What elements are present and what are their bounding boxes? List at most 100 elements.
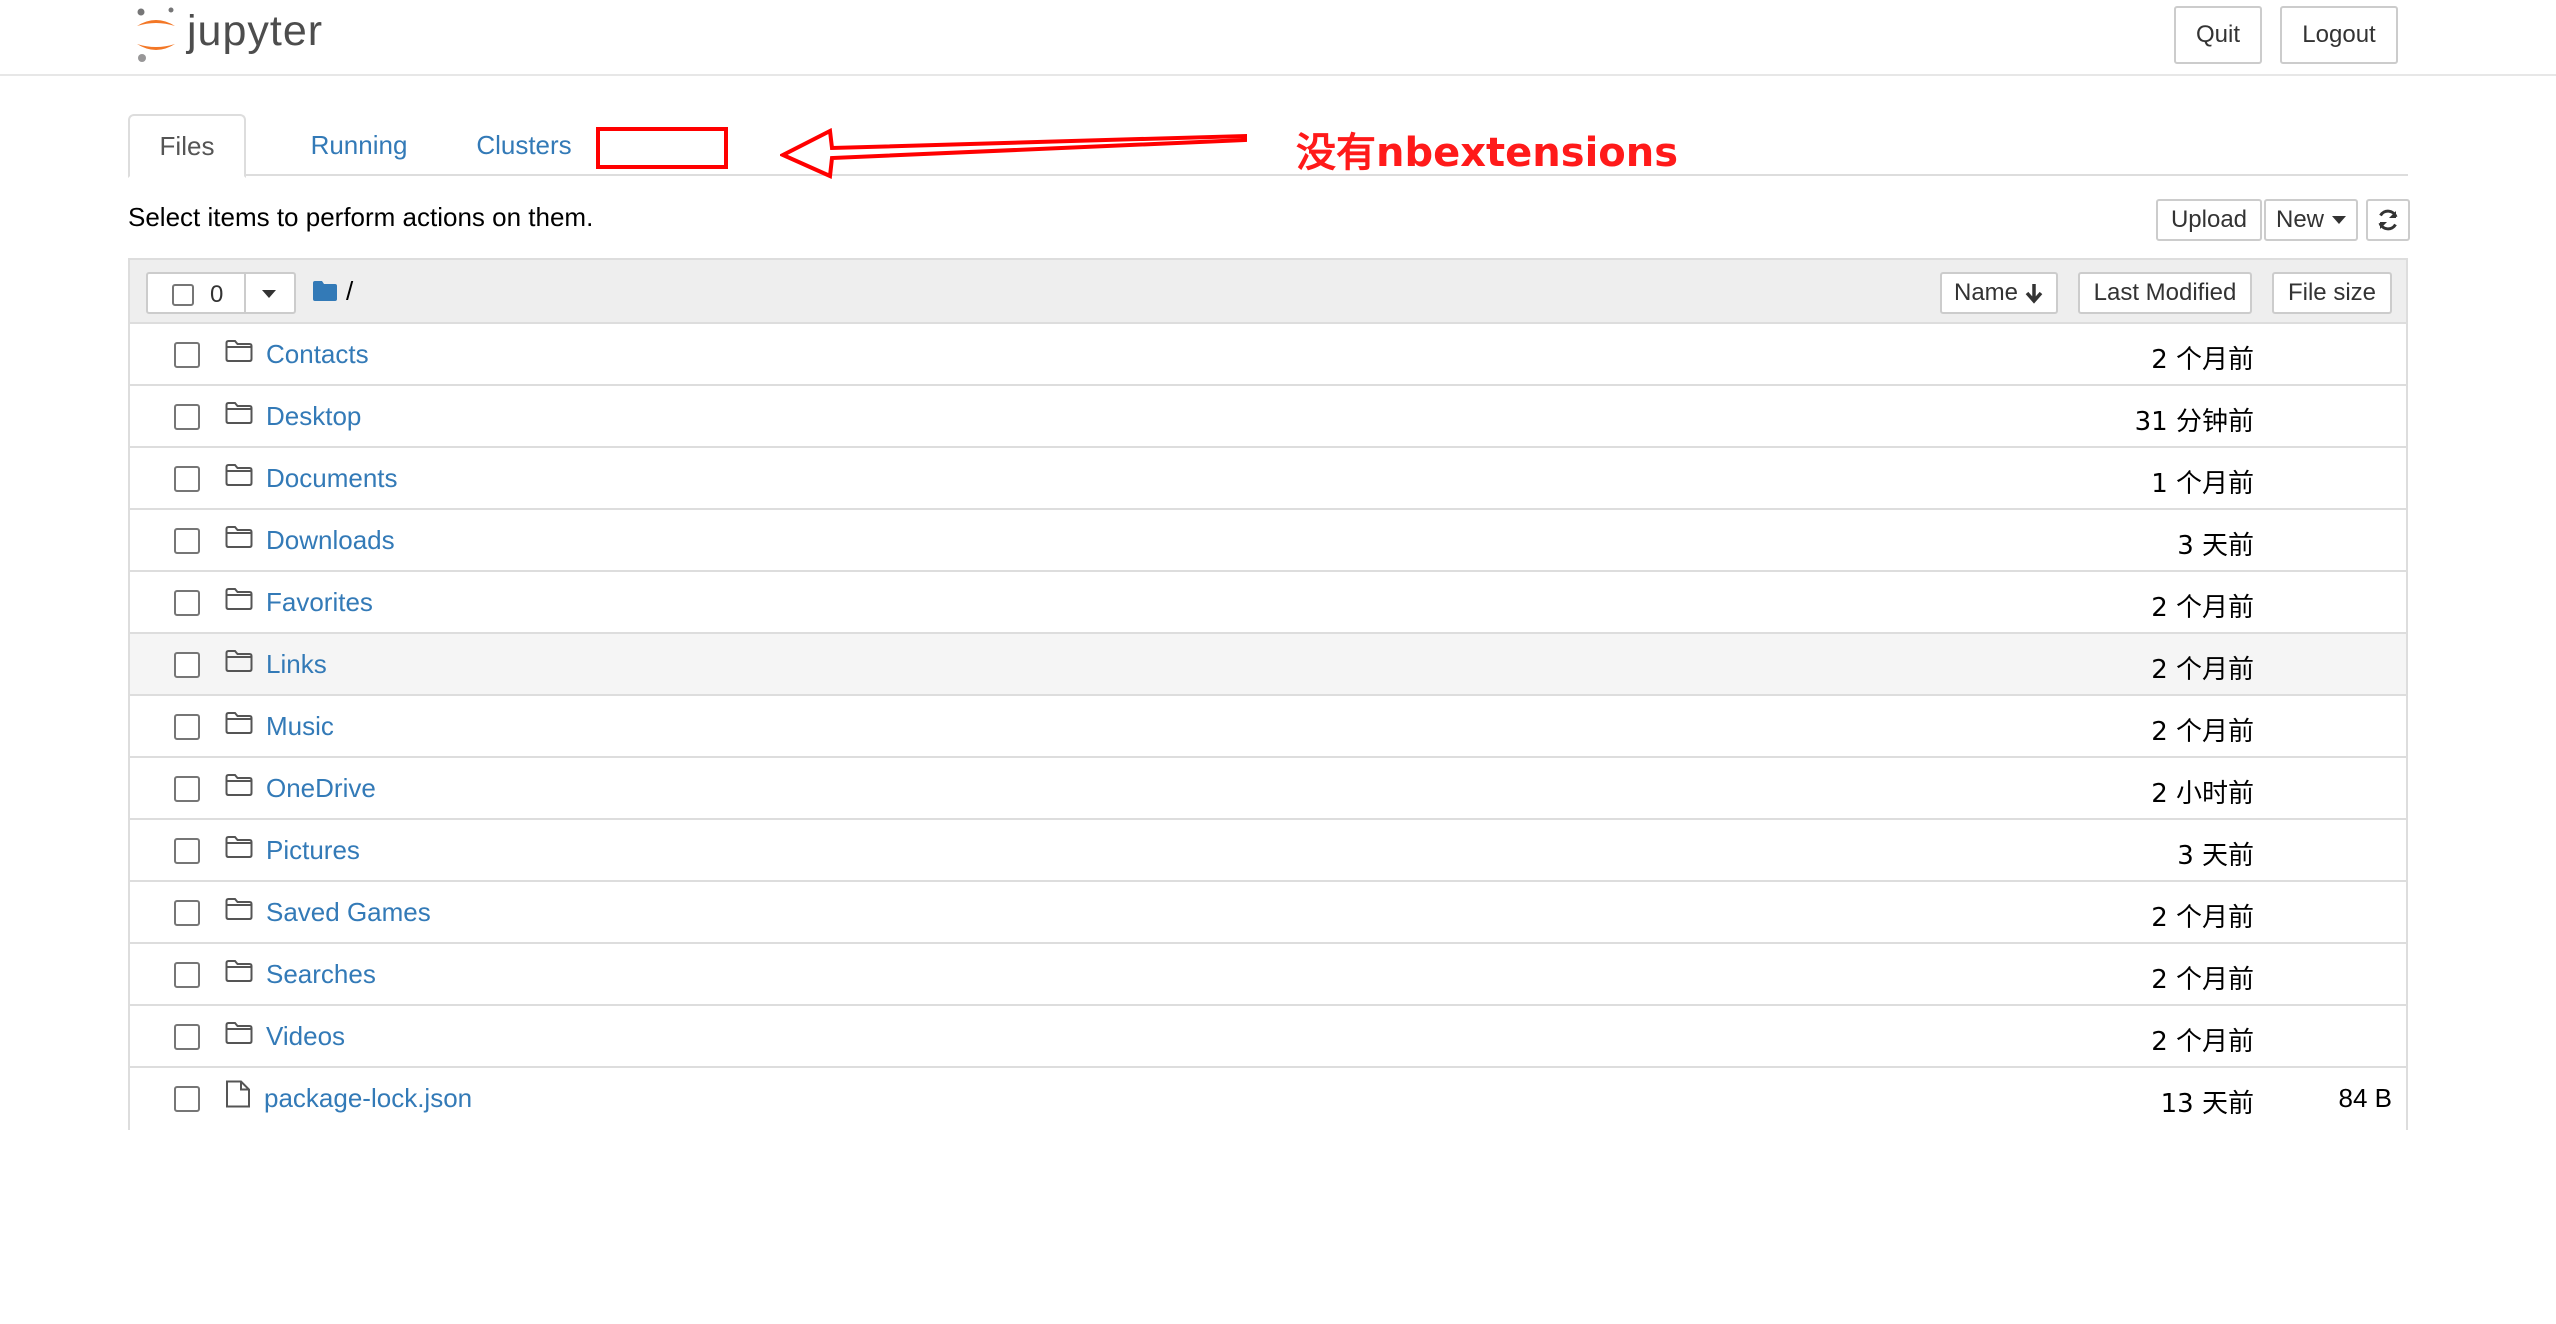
quit-button[interactable]: Quit: [2174, 6, 2262, 64]
new-button-label: New: [2275, 206, 2324, 233]
breadcrumb-root[interactable]: /: [346, 276, 353, 307]
list-item[interactable]: Searches 2 个月前: [130, 944, 2406, 1006]
item-name-link[interactable]: Downloads: [266, 525, 395, 556]
selected-count: 0: [210, 281, 224, 308]
item-checkbox[interactable]: [174, 1024, 200, 1050]
list-item[interactable]: Pictures 3 天前: [130, 820, 2406, 882]
list-item[interactable]: package-lock.json 13 天前 84 B: [130, 1068, 2406, 1130]
tab-files[interactable]: Files: [128, 114, 246, 178]
select-divider: [244, 274, 246, 312]
item-modified: 2 小时前: [2151, 779, 2254, 809]
logout-button[interactable]: Logout: [2280, 6, 2398, 64]
item-checkbox[interactable]: [174, 714, 200, 740]
folder-icon: [225, 1022, 253, 1044]
item-name-link[interactable]: package-lock.json: [264, 1083, 472, 1114]
list-item[interactable]: Saved Games 2 个月前: [130, 882, 2406, 944]
folder-filled-icon[interactable]: [312, 280, 338, 302]
item-checkbox[interactable]: [174, 590, 200, 616]
tab-bar: Files Running Clusters: [128, 114, 2408, 178]
list-item[interactable]: Contacts 2 个月前: [130, 324, 2406, 386]
list-item[interactable]: Downloads 3 天前: [130, 510, 2406, 572]
item-name-link[interactable]: Documents: [266, 463, 398, 494]
item-modified: 31 分钟前: [2134, 407, 2254, 437]
sort-by-modified-button[interactable]: Last Modified: [2078, 272, 2252, 314]
item-name-link[interactable]: Music: [266, 711, 334, 742]
item-checkbox[interactable]: [174, 466, 200, 492]
list-item[interactable]: Desktop 31 分钟前: [130, 386, 2406, 448]
item-name-link[interactable]: Saved Games: [266, 897, 431, 928]
folder-icon: [225, 402, 253, 424]
list-item[interactable]: OneDrive 2 小时前: [130, 758, 2406, 820]
folder-icon: [225, 464, 253, 486]
folder-icon: [225, 588, 253, 610]
item-modified: 2 个月前: [2151, 965, 2254, 995]
item-name-link[interactable]: Pictures: [266, 835, 360, 866]
item-modified: 13 天前: [2160, 1089, 2254, 1119]
item-name-link[interactable]: Videos: [266, 1021, 345, 1052]
annotation-text: 没有nbextensions: [1296, 130, 1679, 176]
sort-name-label: Name: [1953, 279, 2019, 306]
item-checkbox[interactable]: [174, 776, 200, 802]
list-item[interactable]: Music 2 个月前: [130, 696, 2406, 758]
folder-icon: [225, 836, 253, 858]
item-modified: 2 个月前: [2151, 1027, 2254, 1057]
new-dropdown-button[interactable]: New: [2264, 199, 2358, 241]
item-modified: 3 天前: [2177, 531, 2254, 561]
list-item[interactable]: Favorites 2 个月前: [130, 572, 2406, 634]
item-modified: 2 个月前: [2151, 903, 2254, 933]
folder-icon: [225, 650, 253, 672]
item-name-link[interactable]: OneDrive: [266, 773, 376, 804]
item-checkbox[interactable]: [174, 342, 200, 368]
item-name-link[interactable]: Desktop: [266, 401, 361, 432]
caret-down-icon: [2332, 216, 2346, 224]
file-icon: [226, 1080, 250, 1108]
item-name-link[interactable]: Favorites: [266, 587, 373, 618]
item-modified: 1 个月前: [2151, 469, 2254, 499]
selection-hint: Select items to perform actions on them.: [128, 202, 594, 232]
item-name-link[interactable]: Links: [266, 649, 327, 680]
item-modified: 2 个月前: [2151, 717, 2254, 747]
tab-clusters[interactable]: Clusters: [444, 114, 604, 176]
item-checkbox[interactable]: [174, 900, 200, 926]
file-list-header: 0 / Name Last Modified File size: [130, 260, 2406, 324]
annotation-highlight-box: [596, 127, 728, 169]
folder-icon: [225, 898, 253, 920]
item-name-link[interactable]: Searches: [266, 959, 376, 990]
file-list: 0 / Name Last Modified File size Contact…: [128, 258, 2408, 1130]
arrow-down-icon: [2025, 284, 2043, 304]
item-checkbox[interactable]: [174, 838, 200, 864]
header-bar: jupyter Quit Logout: [0, 0, 2556, 76]
item-modified: 2 个月前: [2151, 345, 2254, 375]
sort-by-name-button[interactable]: Name: [1940, 272, 2058, 314]
annotation-arrow-icon: [780, 128, 1247, 179]
item-checkbox[interactable]: [174, 404, 200, 430]
refresh-button[interactable]: [2366, 199, 2410, 241]
folder-icon: [225, 774, 253, 796]
item-modified: 2 个月前: [2151, 655, 2254, 685]
tab-running[interactable]: Running: [274, 114, 444, 176]
item-checkbox[interactable]: [174, 1086, 200, 1112]
select-menu-caret-icon[interactable]: [262, 290, 276, 298]
folder-icon: [225, 712, 253, 734]
item-checkbox[interactable]: [174, 962, 200, 988]
jupyter-logo[interactable]: jupyter: [133, 2, 323, 66]
list-item[interactable]: Documents 1 个月前: [130, 448, 2406, 510]
folder-icon: [225, 960, 253, 982]
item-modified: 3 天前: [2177, 841, 2254, 871]
list-item[interactable]: Videos 2 个月前: [130, 1006, 2406, 1068]
folder-icon: [225, 340, 253, 362]
item-checkbox[interactable]: [174, 528, 200, 554]
item-modified: 2 个月前: [2151, 593, 2254, 623]
folder-icon: [225, 526, 253, 548]
select-all-checkbox[interactable]: [172, 284, 194, 306]
sort-by-size-button[interactable]: File size: [2272, 272, 2392, 314]
jupyter-logo-icon: [137, 7, 175, 62]
select-all-group[interactable]: 0: [146, 272, 296, 314]
upload-button[interactable]: Upload: [2156, 199, 2262, 241]
refresh-icon: [2378, 209, 2398, 231]
item-checkbox[interactable]: [174, 652, 200, 678]
item-name-link[interactable]: Contacts: [266, 339, 369, 370]
list-item[interactable]: Links 2 个月前: [130, 634, 2406, 696]
item-size: 84 B: [2338, 1083, 2393, 1113]
logo-text: jupyter: [187, 6, 324, 55]
